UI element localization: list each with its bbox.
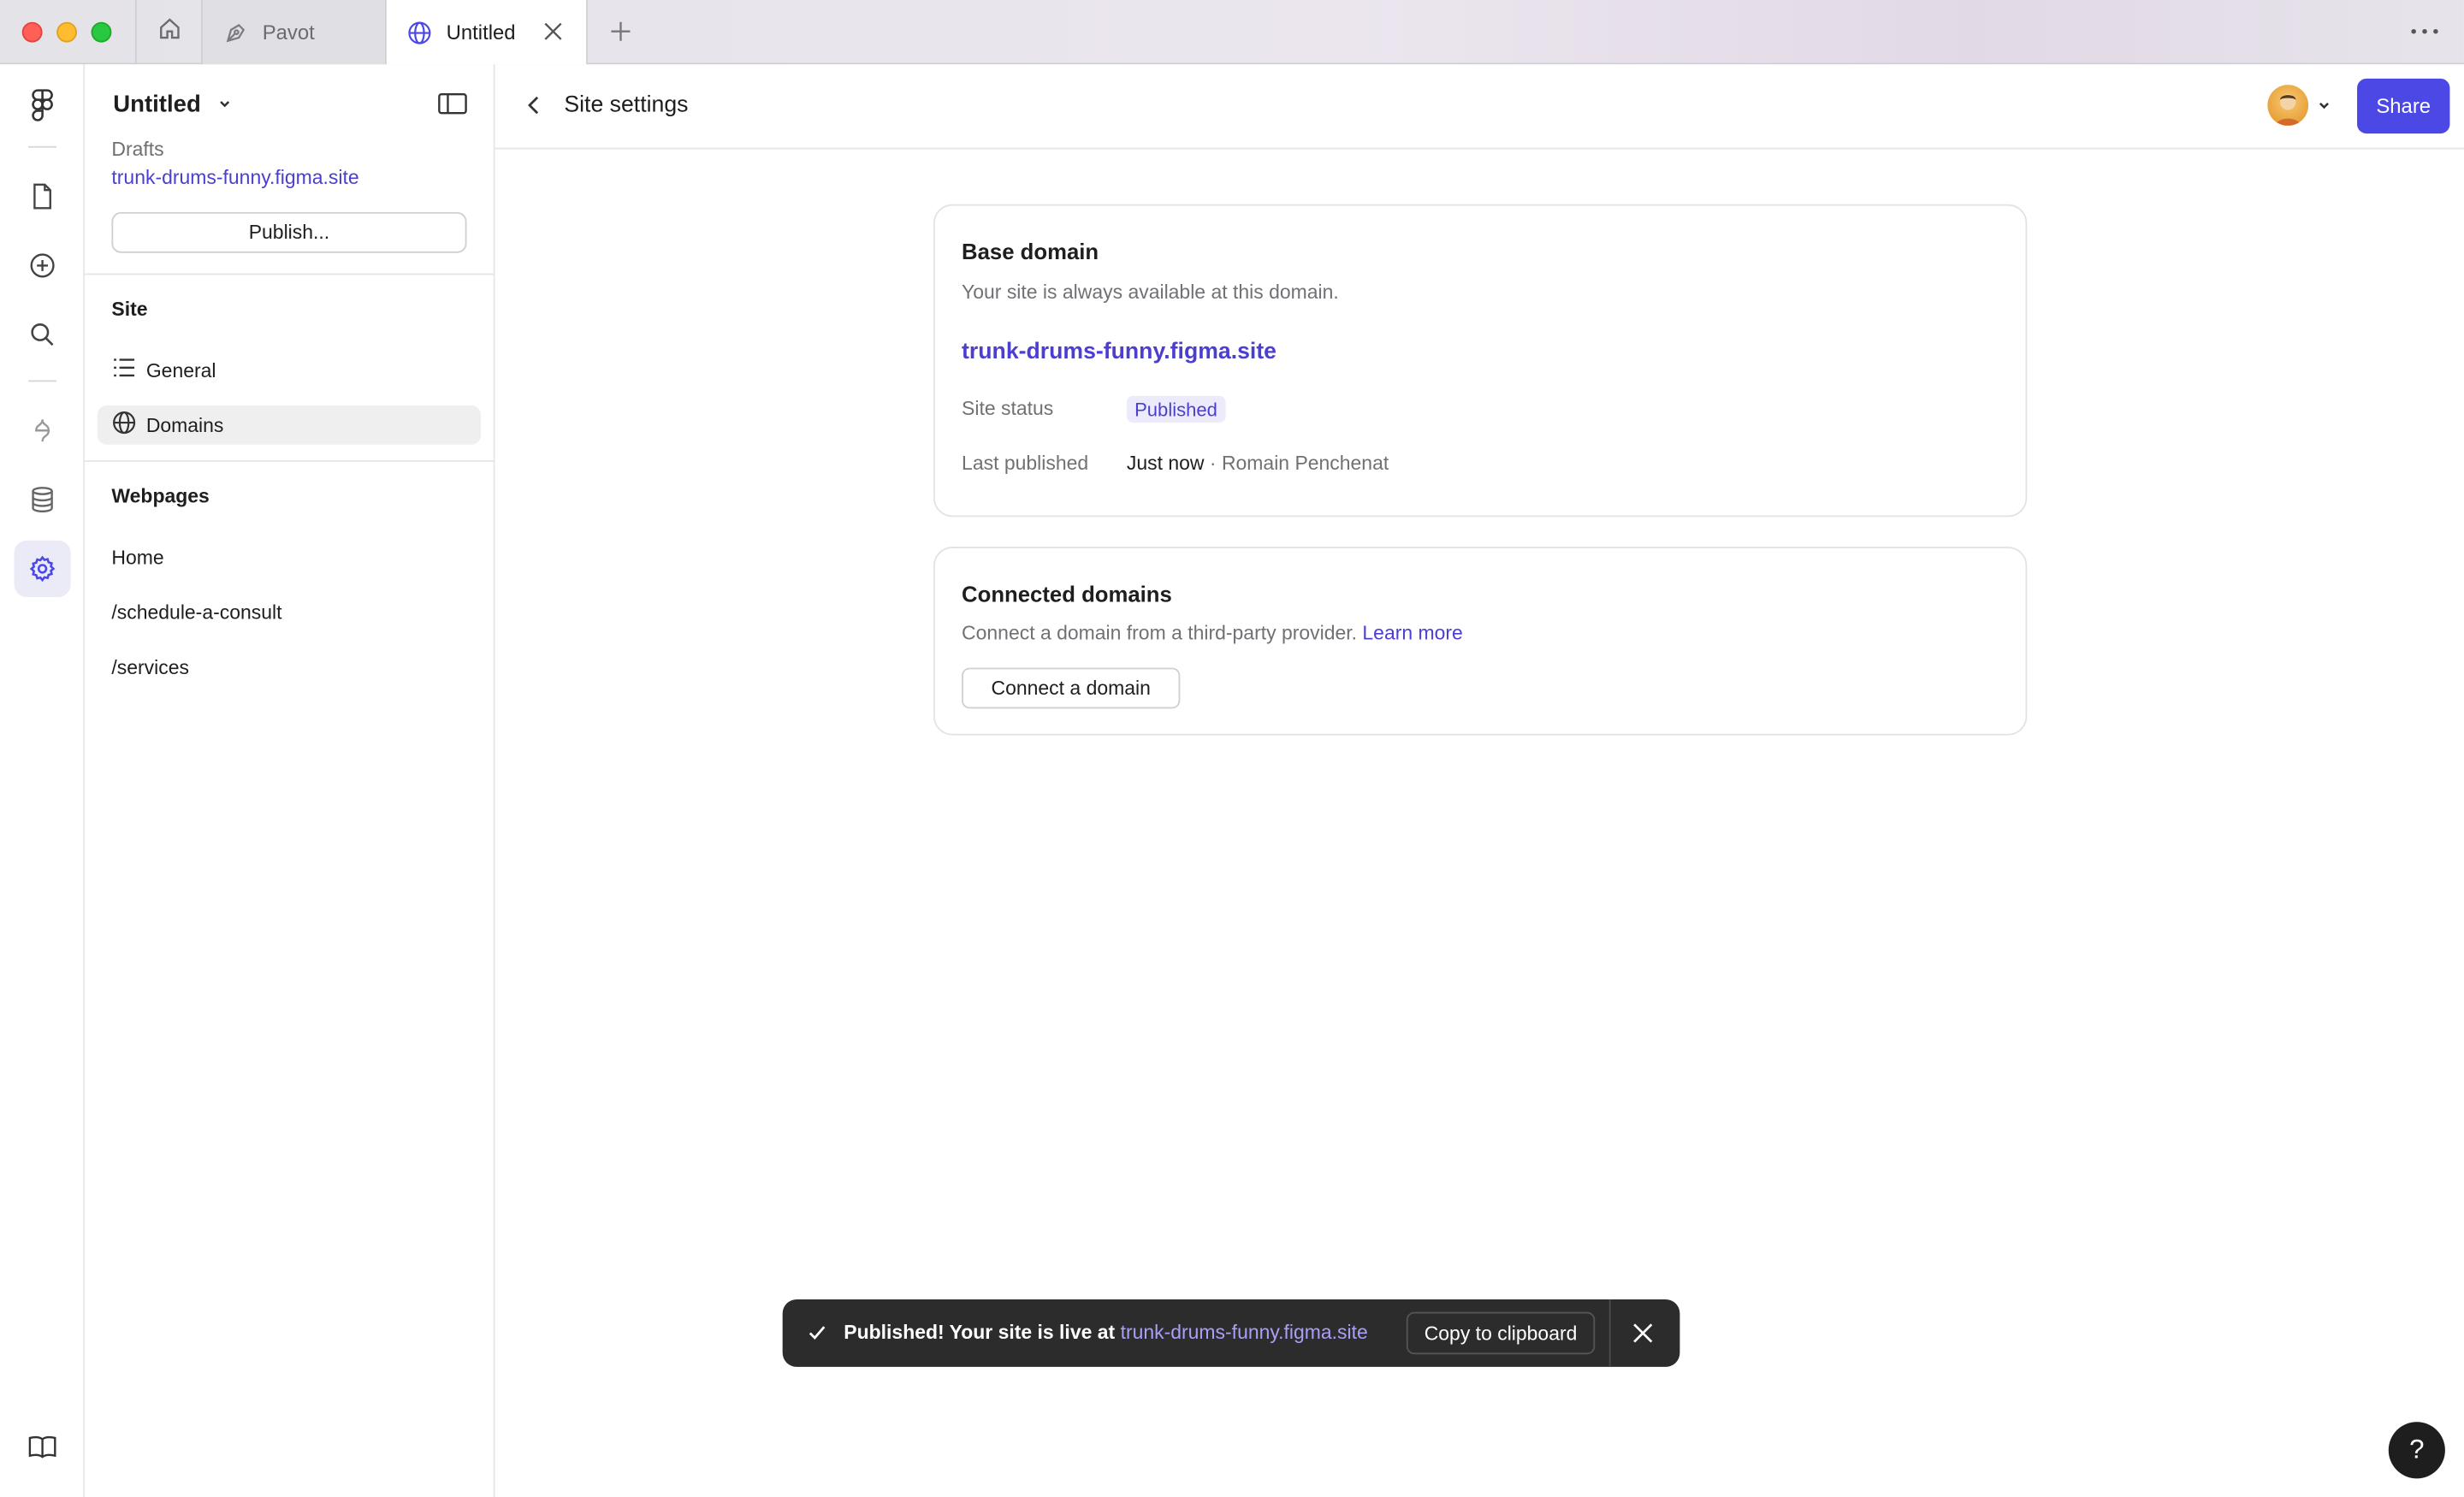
status-badge: Published [1126, 395, 1226, 423]
connected-domains-text: Connect a domain from a third-party prov… [962, 622, 1358, 645]
toast-message: Published! Your site is live at trunk-dr… [844, 1322, 1367, 1344]
tab-untitled[interactable]: Untitled [386, 0, 588, 65]
database-icon[interactable] [15, 471, 71, 528]
avatar[interactable] [2267, 85, 2309, 126]
close-tab-icon[interactable] [542, 21, 565, 43]
tool-rail [0, 64, 86, 1497]
sidebar-item-general[interactable]: General [98, 351, 481, 390]
globe-icon [111, 410, 136, 440]
book-icon[interactable] [27, 1435, 58, 1459]
page-item-home[interactable]: Home [111, 547, 163, 569]
tab-label: Pavot [262, 20, 315, 44]
base-domain-card: Base domain Your site is always availabl… [933, 204, 2028, 518]
sidebar-item-label: General [145, 358, 216, 382]
title-bar: Pavot Untitled [0, 0, 2464, 65]
search-icon[interactable] [15, 306, 71, 363]
globe-icon [407, 20, 432, 44]
share-button[interactable]: Share [2357, 78, 2450, 134]
left-panel: Untitled Drafts trunk-drums-funny.figma.… [85, 64, 495, 1497]
base-domain-description: Your site is always available at this do… [962, 281, 1339, 304]
check-icon [806, 1322, 828, 1344]
home-icon [157, 15, 181, 49]
add-icon[interactable] [15, 237, 71, 293]
minimize-window-button[interactable] [56, 21, 77, 43]
more-options-icon[interactable] [2410, 27, 2438, 36]
connected-domains-heading: Connected domains [962, 581, 1172, 606]
tab-label: Untitled [446, 20, 516, 44]
last-published-label: Last published [962, 452, 1089, 475]
site-url-link[interactable]: trunk-drums-funny.figma.site [111, 167, 358, 189]
chevron-down-icon[interactable] [2316, 98, 2331, 113]
site-section-heading: Site [111, 298, 148, 321]
publisher-name: Romain Penchenat [1221, 452, 1389, 475]
sidebar-item-label: Domains [145, 413, 224, 436]
toast-divider [1608, 1299, 1611, 1367]
sidebar-toggle-icon[interactable] [437, 92, 469, 116]
base-domain-heading: Base domain [962, 239, 1099, 264]
back-arrow-icon[interactable] [524, 92, 546, 117]
app-window: Pavot Untitled Untitled Drafts trunk-dru… [0, 0, 2464, 1497]
home-tab-button[interactable] [134, 0, 203, 65]
close-toast-icon[interactable] [1631, 1322, 1655, 1346]
figma-logo-icon[interactable] [15, 77, 71, 133]
toast-text: Published! Your site is live at [844, 1321, 1116, 1344]
toast-site-link[interactable]: trunk-drums-funny.figma.site [1121, 1322, 1368, 1344]
maximize-window-button[interactable] [91, 21, 112, 43]
interactions-icon[interactable] [15, 402, 71, 459]
panel-divider [85, 460, 495, 462]
panel-divider [85, 273, 495, 275]
close-window-button[interactable] [21, 21, 43, 43]
connect-domain-button[interactable]: Connect a domain [962, 667, 1181, 709]
connected-domains-card: Connected domains Connect a domain from … [933, 547, 2028, 736]
publish-button[interactable]: Publish... [111, 211, 467, 253]
last-published-time: Just now [1126, 452, 1205, 475]
base-domain-link[interactable]: trunk-drums-funny.figma.site [962, 340, 1276, 364]
last-published-value: Just now · Romain Penchenat [1127, 453, 1389, 475]
page-item-schedule-a-consult[interactable]: /schedule-a-consult [111, 601, 281, 624]
sidebar-item-domains[interactable]: Domains [97, 405, 482, 445]
settings-icon[interactable] [14, 540, 71, 597]
rail-divider [28, 380, 57, 382]
file-title: Untitled [113, 91, 201, 118]
help-button[interactable]: ? [2388, 1422, 2445, 1479]
pen-tool-icon [223, 20, 248, 44]
toast-notification: Published! Your site is live at trunk-dr… [782, 1299, 1680, 1367]
site-status-label: Site status [962, 397, 1054, 420]
pages-icon[interactable] [15, 169, 71, 225]
file-title-menu[interactable]: Untitled [113, 92, 232, 118]
page-title: Site settings [564, 92, 689, 118]
connected-domains-description: Connect a domain from a third-party prov… [962, 622, 1463, 644]
page-item-services[interactable]: /services [111, 657, 189, 679]
separator-dot: · [1204, 452, 1222, 475]
main-header: Site settings Share [495, 64, 2464, 150]
drafts-label: Drafts [111, 138, 164, 161]
webpages-section-heading: Webpages [111, 485, 210, 508]
rail-divider [28, 145, 57, 148]
tab-pavot[interactable]: Pavot [202, 0, 387, 65]
copy-to-clipboard-button[interactable]: Copy to clipboard [1406, 1311, 1596, 1355]
new-tab-icon[interactable] [607, 17, 635, 45]
main-content: Site settings Share Base domain Your sit… [495, 64, 2464, 1497]
learn-more-link[interactable]: Learn more [1362, 622, 1462, 644]
chevron-down-icon [216, 92, 232, 118]
list-icon [111, 355, 136, 385]
